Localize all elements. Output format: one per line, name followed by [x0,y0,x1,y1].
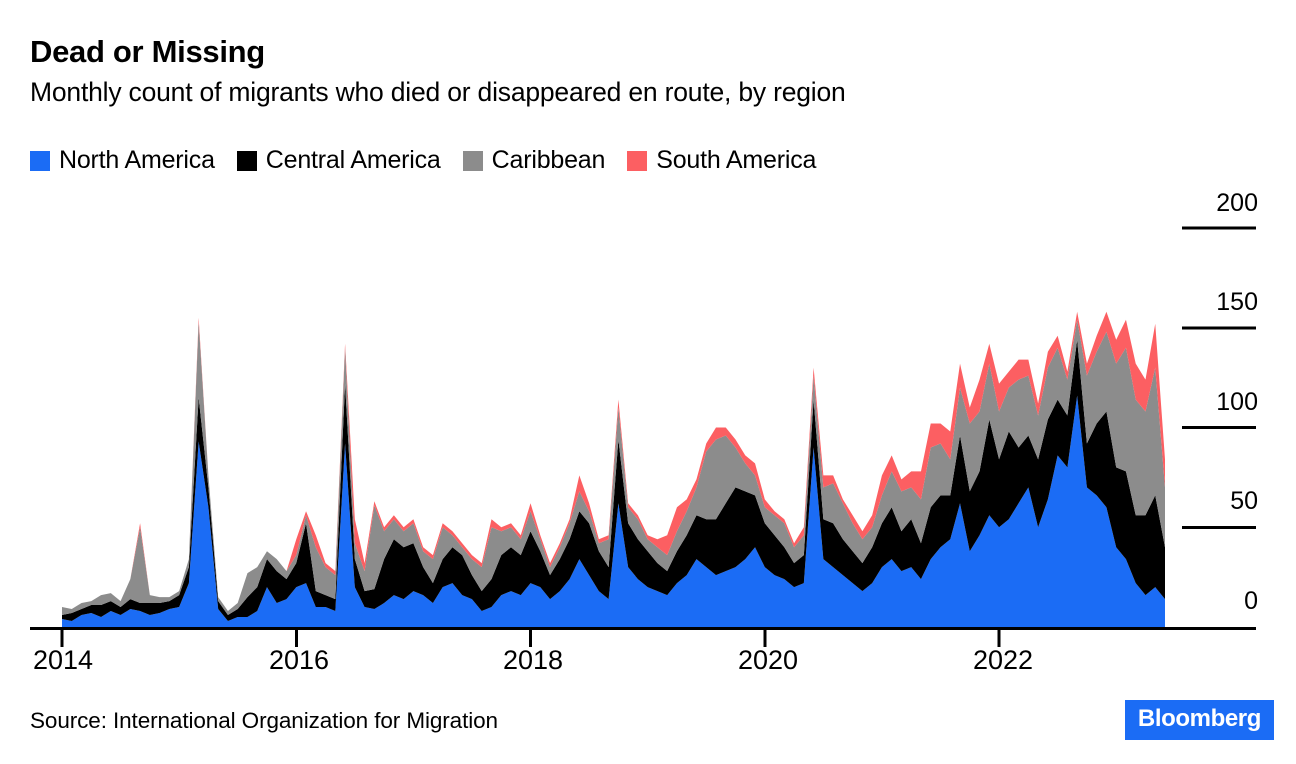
stacked-area-chart [30,226,1256,647]
x-axis-tick-2018: 2018 [503,645,564,675]
chart-page: Dead or Missing Monthly count of migrant… [0,0,1296,764]
legend-swatch-icon [627,150,648,171]
y-axis-tick-200: 200 [1216,189,1258,217]
y-axis-tick-150: 150 [1216,288,1258,316]
legend-label: Caribbean [491,146,606,174]
area-series-caribbean [62,319,1165,616]
y-axis-tick-50: 50 [1230,487,1258,515]
x-axis-tick-2022: 2022 [973,645,1034,675]
legend-item-north-america[interactable]: North America [30,148,215,173]
legend-swatch-icon [462,150,483,171]
area-series-south-america [62,311,1165,612]
y-axis-tick-100: 100 [1216,388,1258,416]
legend-label: Central America [265,146,441,174]
axis-lines-group [30,226,1256,647]
chart-header: Dead or Missing Monthly count of migrant… [30,34,1270,108]
legend-label: South America [656,146,817,174]
chart-plot-area [0,0,1296,764]
x-axis-tick-2016: 2016 [269,645,330,675]
bloomberg-logo: Bloomberg [1124,700,1274,740]
page-title: Dead or Missing [30,34,265,69]
area-series-group [62,311,1165,627]
legend-item-central-america[interactable]: Central America [236,146,441,174]
chart-footer: Source: International Organization for M… [0,700,1296,764]
legend-label: North America [59,146,215,174]
chart-subtitle: Monthly count of migrants who died or di… [30,77,846,107]
legend-item-caribbean[interactable]: Caribbean [462,146,606,174]
chart-legend: North America Central America Caribbean … [30,148,816,173]
x-axis-tick-2014: 2014 [33,645,94,675]
area-series-central-america [62,339,1165,622]
y-axis-tick-0: 0 [1244,587,1258,615]
x-axis-tick-2020: 2020 [738,645,799,675]
legend-swatch-icon [236,150,257,171]
area-series-north-america [62,395,1165,627]
legend-item-south-america[interactable]: South America [627,148,816,173]
legend-swatch-icon [30,150,50,171]
source-note: Source: International Organization for M… [30,708,498,733]
